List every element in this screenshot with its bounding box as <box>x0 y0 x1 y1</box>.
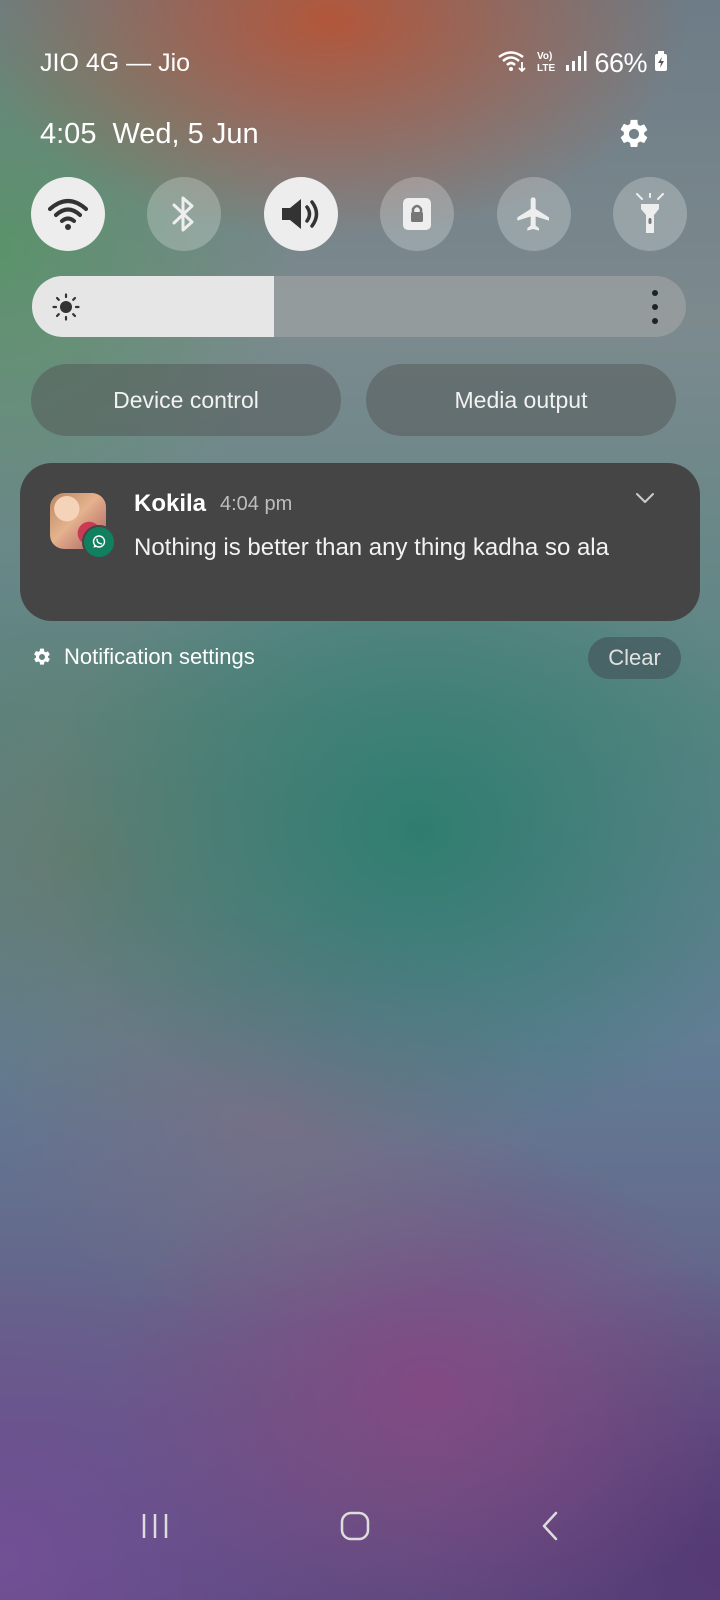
battery-charging-icon <box>654 50 668 77</box>
flashlight-icon <box>635 193 664 233</box>
datetime-row: 4:05 Wed, 5 Jun <box>40 118 259 151</box>
more-options-icon[interactable] <box>648 290 662 324</box>
notification-card[interactable]: Kokila 4:04 pm Nothing is better than an… <box>20 463 700 621</box>
wifi-toggle[interactable] <box>31 177 105 251</box>
airplane-mode-toggle[interactable] <box>496 177 571 251</box>
lock-screen-icon <box>403 198 432 230</box>
notification-settings-link[interactable]: Notification settings <box>32 644 255 670</box>
clear-button[interactable]: Clear <box>588 637 681 679</box>
carrier-label: JIO 4G — Jio <box>40 49 191 77</box>
bluetooth-toggle[interactable] <box>147 177 222 251</box>
quick-settings-row <box>31 177 687 251</box>
whatsapp-icon <box>82 525 116 559</box>
flashlight-toggle[interactable] <box>612 177 687 251</box>
home-icon <box>340 1511 370 1541</box>
notification-message: Nothing is better than any thing kadha s… <box>134 534 609 561</box>
notification-settings-label: Notification settings <box>64 644 255 669</box>
chevron-down-icon[interactable] <box>634 491 656 510</box>
signal-icon <box>565 50 587 77</box>
media-output-button[interactable]: Media output <box>366 364 676 436</box>
status-icons: Vo) LTE 66% <box>497 48 668 79</box>
back-button[interactable] <box>530 1506 570 1546</box>
wifi-calling-icon <box>497 49 529 78</box>
back-icon <box>542 1511 558 1541</box>
svg-text:Vo): Vo) <box>537 51 552 62</box>
clock: 4:05 <box>40 118 97 150</box>
settings-button[interactable] <box>612 112 656 156</box>
gear-icon <box>34 648 50 665</box>
notification-sender: Kokila <box>134 490 207 517</box>
recent-apps-button[interactable] <box>130 1506 180 1546</box>
bluetooth-icon <box>172 196 194 232</box>
wifi-icon <box>48 199 88 230</box>
home-button[interactable] <box>330 1506 380 1546</box>
date: Wed, 5 Jun <box>112 118 259 150</box>
notification-time: 4:04 pm <box>220 493 293 515</box>
svg-text:LTE: LTE <box>537 63 555 73</box>
recent-apps-icon <box>142 1514 168 1538</box>
volume-icon <box>281 199 319 229</box>
device-control-button[interactable]: Device control <box>31 364 341 436</box>
airplane-icon <box>516 197 549 231</box>
volte-icon: Vo) LTE <box>536 49 558 78</box>
sun-icon <box>52 293 80 326</box>
gear-icon <box>620 119 648 148</box>
brightness-slider[interactable] <box>32 276 686 337</box>
battery-percentage: 66% <box>594 48 647 78</box>
screen-lock-toggle[interactable] <box>380 177 455 251</box>
sound-toggle[interactable] <box>263 177 338 251</box>
